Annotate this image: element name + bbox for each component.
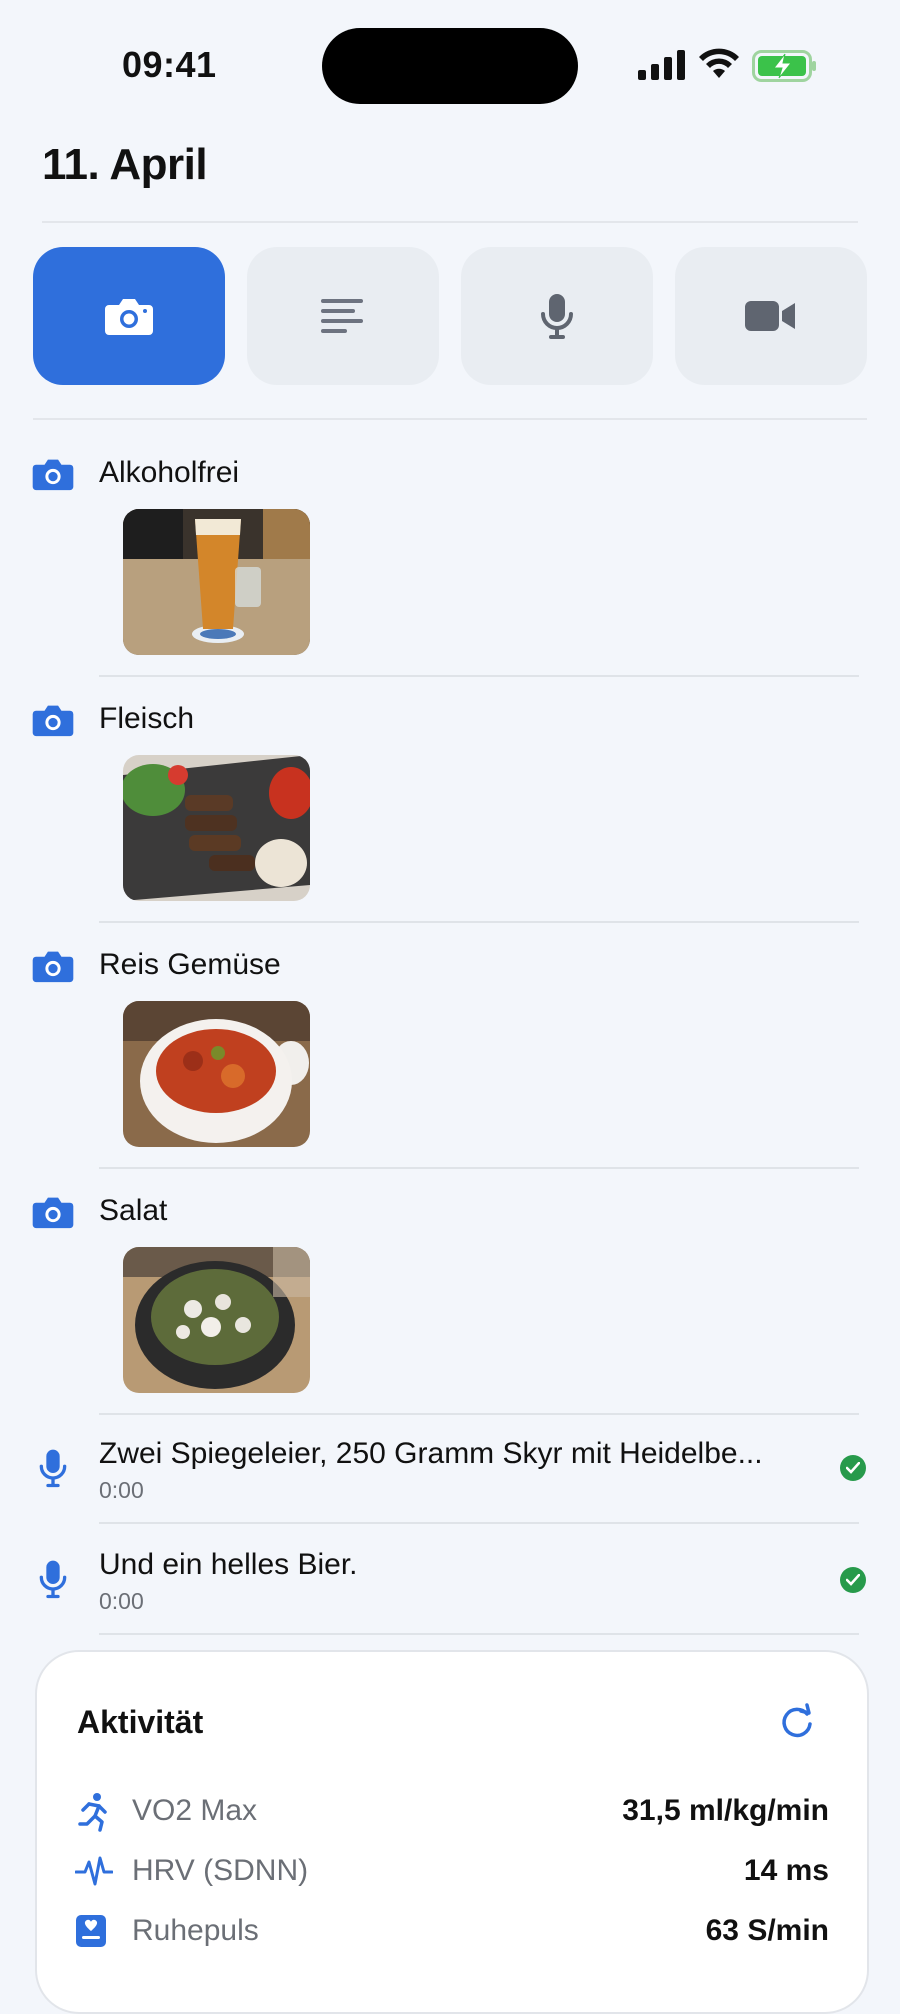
divider [99, 1633, 859, 1635]
microphone-icon [39, 1560, 67, 1599]
refresh-icon[interactable] [777, 1702, 817, 1742]
activity-card: Aktivität VO2 Max 31,5 ml/kg/min HRV (SD… [35, 1650, 869, 2014]
metric-label: Ruhepuls [132, 1914, 259, 1947]
microphone-icon [541, 294, 573, 339]
tab-text[interactable] [247, 247, 439, 385]
divider [99, 675, 859, 677]
divider [42, 221, 858, 223]
camera-icon [32, 705, 74, 737]
photo-thumbnail[interactable] [123, 755, 310, 901]
photo-thumbnail[interactable] [123, 1247, 310, 1393]
voice-entry-text: Und ein helles Bier. [99, 1548, 358, 1581]
running-figure-icon [78, 1793, 107, 1832]
camera-icon [32, 459, 74, 491]
entry-type-tabs [33, 247, 867, 385]
tab-photo[interactable] [33, 247, 225, 385]
entry-label: Fleisch [99, 702, 195, 735]
heartbeat-icon [75, 1856, 113, 1886]
divider [99, 1167, 859, 1169]
checkmark-icon [840, 1455, 866, 1481]
metric-label: VO2 Max [132, 1794, 258, 1827]
metric-value: 63 S/min [705, 1914, 829, 1947]
divider [99, 921, 859, 923]
entry-label: Alkoholfrei [99, 456, 240, 489]
voice-entry-duration: 0:00 [99, 1588, 144, 1614]
video-camera-icon [745, 301, 795, 331]
entry-label: Salat [99, 1194, 168, 1227]
activity-title: Aktivität [77, 1704, 204, 1740]
voice-entry-text: Zwei Spiegeleier, 250 Gramm Skyr mit Hei… [99, 1437, 763, 1470]
dynamic-island [322, 28, 578, 104]
text-lines-icon [321, 299, 363, 333]
entry-label: Reis Gemüse [99, 948, 281, 981]
wifi-icon [699, 48, 739, 78]
metric-value: 14 ms [743, 1854, 829, 1887]
divider [99, 1413, 859, 1415]
photo-thumbnail[interactable] [123, 509, 310, 655]
photo-thumbnail[interactable] [123, 1001, 310, 1147]
status-bar: 09:41 [0, 0, 900, 130]
divider [99, 1522, 859, 1524]
checkmark-icon [840, 1567, 866, 1593]
status-time: 09:41 [122, 44, 217, 85]
voice-entry-duration: 0:00 [99, 1477, 144, 1503]
cellular-signal-icon [638, 50, 685, 80]
metric-label: HRV (SDNN) [132, 1854, 309, 1887]
heart-card-icon [76, 1915, 106, 1947]
camera-icon [105, 299, 153, 335]
camera-icon [32, 951, 74, 983]
tab-voice[interactable] [461, 247, 653, 385]
divider [33, 418, 867, 420]
metric-value: 31,5 ml/kg/min [622, 1794, 829, 1827]
battery-charging-icon [752, 50, 816, 82]
microphone-icon [39, 1449, 67, 1488]
page-title: 11. April [42, 140, 208, 189]
camera-icon [32, 1197, 74, 1229]
tab-video[interactable] [675, 247, 867, 385]
